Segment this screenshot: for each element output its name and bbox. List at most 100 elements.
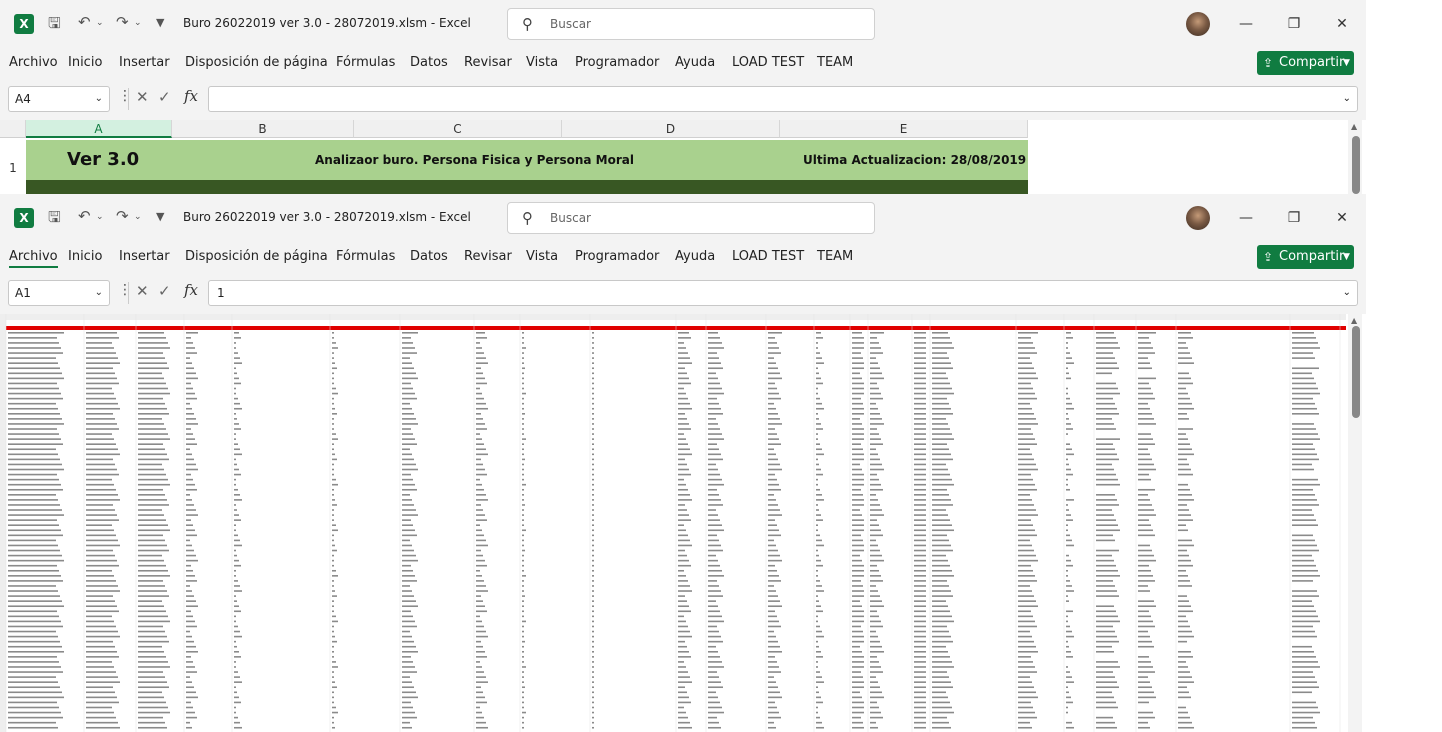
close-icon[interactable]: ✕ <box>1330 206 1354 230</box>
cell-text-mark <box>852 569 864 572</box>
cell-text-mark <box>332 549 337 552</box>
tab-archivo[interactable]: Archivo <box>9 249 58 268</box>
minimize-icon[interactable]: — <box>1234 206 1258 230</box>
scroll-thumb[interactable] <box>1352 136 1360 194</box>
name-box[interactable]: A1 ⌄ <box>8 280 110 306</box>
avatar[interactable] <box>1186 12 1210 36</box>
undo-dropdown-icon[interactable]: ⌄ <box>96 18 104 28</box>
save-icon[interactable]: 🖫 <box>48 207 61 232</box>
tab-vista[interactable]: Vista <box>526 249 558 264</box>
tab-inicio[interactable]: Inicio <box>68 55 102 70</box>
tab-archivo[interactable]: Archivo <box>9 55 58 70</box>
customize-quick-access-icon[interactable]: ▼ <box>156 16 164 29</box>
enter-icon[interactable]: ✓ <box>158 88 171 106</box>
redo-icon[interactable]: ↷ <box>116 13 129 31</box>
redo-icon[interactable]: ↷ <box>116 207 129 225</box>
tab-team[interactable]: TEAM <box>817 55 853 70</box>
tab-team[interactable]: TEAM <box>817 249 853 264</box>
save-icon[interactable]: 🖫 <box>48 13 61 38</box>
tab-insertar[interactable]: Insertar <box>119 55 170 70</box>
tab-formulas[interactable]: Fórmulas <box>336 249 395 264</box>
cancel-icon[interactable]: ✕ <box>136 88 149 106</box>
worksheet-grid[interactable]: A B C D E 1 Ver 3.0 Analizaor buro. Pers… <box>0 120 1366 194</box>
tab-revisar[interactable]: Revisar <box>464 55 512 70</box>
restore-icon[interactable]: ❐ <box>1282 12 1306 36</box>
tab-load-test[interactable]: LOAD TEST <box>732 249 804 264</box>
cell-text-mark <box>1096 438 1120 440</box>
redo-dropdown-icon[interactable]: ⌄ <box>134 212 142 222</box>
column-header-c[interactable]: C <box>354 120 562 138</box>
formula-input[interactable]: 1 ⌄ <box>208 280 1358 306</box>
cell-text-mark <box>816 590 824 592</box>
column-header-a[interactable]: A <box>26 120 172 138</box>
vertical-scrollbar[interactable]: ▲ <box>1348 314 1362 732</box>
cell-text-mark <box>86 488 116 491</box>
scroll-up-icon[interactable]: ▲ <box>1351 316 1357 325</box>
cell-text-mark <box>870 696 884 699</box>
more-icon[interactable]: ⋮ <box>118 282 132 298</box>
scroll-thumb[interactable] <box>1352 326 1360 418</box>
tab-inicio[interactable]: Inicio <box>68 249 102 264</box>
search-box[interactable]: ⚲ Buscar <box>507 202 875 234</box>
cell-text-mark <box>592 666 594 668</box>
cell-text-mark <box>234 499 242 501</box>
tab-ayuda[interactable]: Ayuda <box>675 55 715 70</box>
cell-text-mark <box>592 448 594 451</box>
search-box[interactable]: ⚲ Buscar <box>507 8 875 40</box>
tab-ayuda[interactable]: Ayuda <box>675 249 715 264</box>
close-icon[interactable]: ✕ <box>1330 12 1354 36</box>
avatar[interactable] <box>1186 206 1210 230</box>
enter-icon[interactable]: ✓ <box>158 282 171 300</box>
undo-icon[interactable]: ↶ <box>78 207 91 225</box>
tab-vista[interactable]: Vista <box>526 55 558 70</box>
cell-text-mark <box>234 367 236 370</box>
column-header-d[interactable]: D <box>562 120 780 138</box>
minimize-icon[interactable]: — <box>1234 12 1258 36</box>
fx-icon[interactable]: fx <box>184 87 198 105</box>
cell-text-mark <box>592 428 594 430</box>
tab-disposicion[interactable]: Disposición de página <box>185 55 328 70</box>
more-icon[interactable]: ⋮ <box>118 88 132 104</box>
cell-text-mark <box>852 600 860 602</box>
cell-text-mark <box>402 392 415 395</box>
formula-input[interactable]: ⌄ <box>208 86 1358 112</box>
cancel-icon[interactable]: ✕ <box>136 282 149 300</box>
cell-text-mark <box>402 726 412 729</box>
cell-text-mark <box>1138 463 1154 466</box>
share-button[interactable]: ⇪ Compartir ▼ <box>1257 51 1354 75</box>
cell-text-mark <box>914 367 926 370</box>
tab-programador[interactable]: Programador <box>575 55 659 70</box>
redo-dropdown-icon[interactable]: ⌄ <box>134 18 142 28</box>
name-box[interactable]: A4 ⌄ <box>8 86 110 112</box>
cell-text-mark <box>234 494 240 496</box>
row-header-1[interactable]: 1 <box>0 161 26 175</box>
share-button[interactable]: ⇪ Compartir ▼ <box>1257 245 1354 269</box>
tab-insertar[interactable]: Insertar <box>119 249 170 264</box>
cell-text-mark <box>914 691 926 694</box>
tab-disposicion[interactable]: Disposición de página <box>185 249 328 264</box>
customize-quick-access-icon[interactable]: ▼ <box>156 210 164 223</box>
cell-text-mark <box>522 559 524 562</box>
tab-load-test[interactable]: LOAD TEST <box>732 55 804 70</box>
scroll-up-icon[interactable]: ▲ <box>1351 122 1357 131</box>
tab-datos[interactable]: Datos <box>410 249 448 264</box>
tab-revisar[interactable]: Revisar <box>464 249 512 264</box>
tab-programador[interactable]: Programador <box>575 249 659 264</box>
column-header-e[interactable]: E <box>780 120 1028 138</box>
fx-icon[interactable]: fx <box>184 281 198 299</box>
vertical-scrollbar[interactable]: ▲ <box>1348 120 1362 194</box>
cell-text-mark <box>1096 519 1116 521</box>
undo-icon[interactable]: ↶ <box>78 13 91 31</box>
cell-text-mark <box>234 671 238 673</box>
undo-dropdown-icon[interactable]: ⌄ <box>96 212 104 222</box>
cell-text-mark <box>8 478 59 481</box>
cell-text-mark <box>708 590 721 592</box>
worksheet-grid-zoomed-out[interactable]: ▲ <box>0 314 1366 732</box>
tab-formulas[interactable]: Fórmulas <box>336 55 395 70</box>
cell-text-mark <box>186 342 193 344</box>
cell-text-mark <box>708 448 719 451</box>
column-header-b[interactable]: B <box>172 120 354 138</box>
select-all-corner[interactable] <box>0 120 26 138</box>
tab-datos[interactable]: Datos <box>410 55 448 70</box>
restore-icon[interactable]: ❐ <box>1282 206 1306 230</box>
